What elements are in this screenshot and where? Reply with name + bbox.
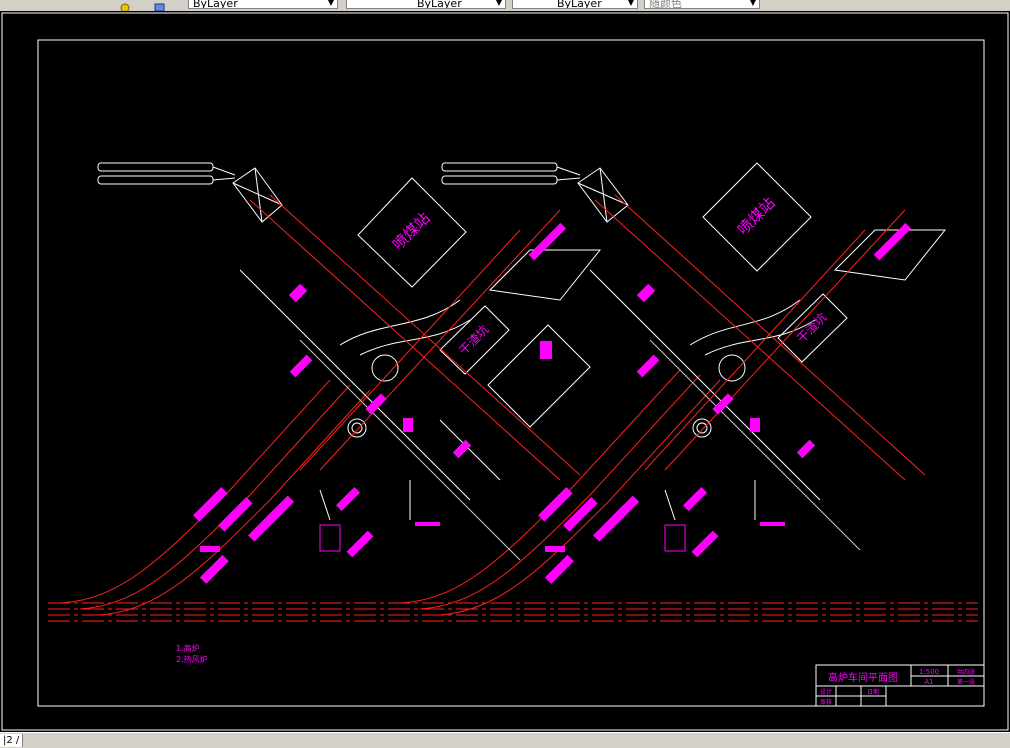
command-tab[interactable]: |2 / — [0, 734, 24, 747]
chevron-down-icon: ▼ — [495, 0, 503, 7]
outer-frame — [1, 12, 1009, 731]
layer-state-icon[interactable] — [120, 0, 132, 11]
rail-tracks — [48, 369, 978, 622]
right-coal-station-label: 喷煤站 — [734, 194, 779, 239]
chevron-down-icon: ▼ — [327, 0, 335, 7]
left-plant-block: 喷煤站 干渣坑 — [97, 162, 602, 584]
plotstyle-control-select[interactable]: 随颜色 ▼ — [644, 0, 760, 9]
command-bar: |2 / — [0, 732, 1010, 748]
chevron-down-icon: ▼ — [627, 0, 635, 7]
lineweight-control-value: ByLayer — [557, 0, 602, 9]
plotstyle-control-value: 随颜色 — [649, 0, 682, 9]
chevron-down-icon: ▼ — [749, 0, 757, 7]
linetype-control-value: ByLayer — [417, 0, 462, 9]
title-block-design: 设计 — [820, 688, 832, 696]
lineweight-control-select[interactable]: ByLayer ▼ — [512, 0, 638, 9]
right-plant-block: 喷煤站 干渣坑 — [441, 162, 947, 584]
cad-drawing: 喷煤站 干渣坑 喷煤站 干渣坑 1.高炉 2.热风炉 高炉车间平面图 1:500… — [1, 12, 1009, 731]
title-block-sheet-no: 第一张 — [957, 678, 975, 686]
layer-previous-icon[interactable] — [154, 0, 166, 11]
linetype-control-select[interactable]: ByLayer ▼ — [346, 0, 506, 9]
drawing-canvas[interactable]: 喷煤站 干渣坑 喷煤站 干渣坑 1.高炉 2.热风炉 高炉车间平面图 1:500… — [0, 11, 1010, 732]
title-block-date: 日期 — [867, 688, 879, 696]
title-block-size: A1 — [924, 678, 933, 686]
drawing-border — [37, 39, 985, 707]
title-block-review: 审核 — [820, 698, 832, 706]
left-coal-station-label: 喷煤站 — [389, 209, 434, 254]
legend-item-1: 1.高炉 — [176, 643, 200, 653]
color-control-select[interactable]: ByLayer ▼ — [188, 0, 338, 9]
title-block-sheet-total: 共四张 — [957, 668, 975, 676]
color-control-value: ByLayer — [193, 0, 238, 9]
title-block-scale: 1:500 — [919, 668, 939, 676]
legend-item-2: 2.热风炉 — [176, 654, 208, 664]
title-block-title: 高炉车间平面图 — [828, 671, 898, 684]
